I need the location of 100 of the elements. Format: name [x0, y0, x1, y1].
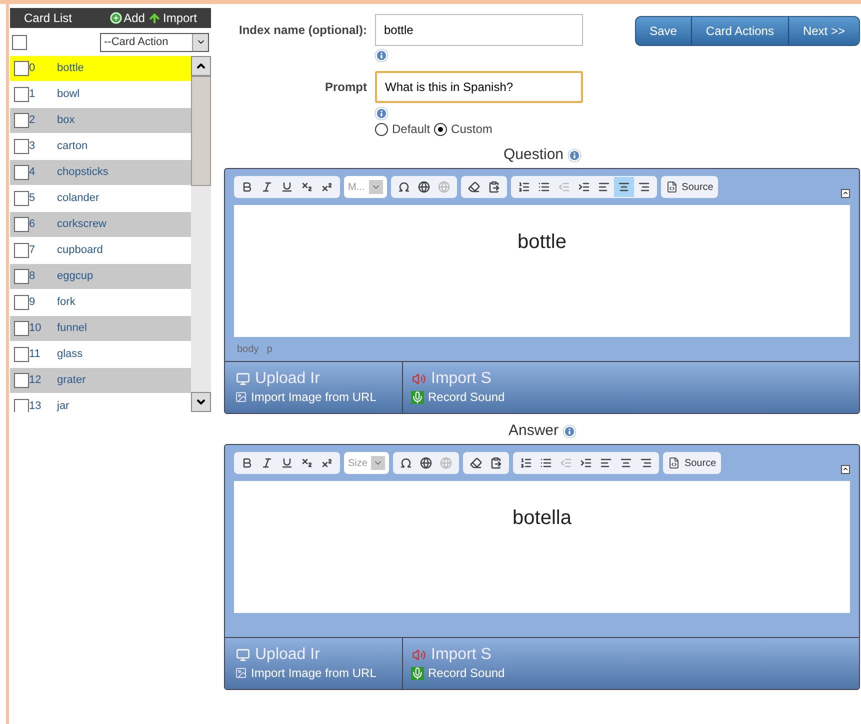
- card-row[interactable]: 8 eggcup: [10, 264, 191, 290]
- card-name: fork: [57, 295, 76, 310]
- checkbox[interactable]: [14, 243, 29, 258]
- toolbar-button[interactable]: Save: [636, 17, 691, 45]
- size-dropdown[interactable]: M...: [344, 176, 387, 198]
- card-name: chopsticks: [57, 165, 108, 180]
- speaker-icon: [411, 372, 427, 386]
- toolbar-icon: [438, 181, 450, 193]
- checkbox[interactable]: [14, 113, 29, 128]
- prompt-field[interactable]: What is this in Spanish?: [375, 71, 583, 103]
- toolbar-icon: [520, 457, 532, 469]
- checkbox[interactable]: [14, 399, 29, 412]
- editor-area[interactable]: bottle: [234, 205, 850, 337]
- toolbar-icon: [600, 457, 612, 469]
- checkbox[interactable]: [14, 165, 29, 180]
- field-label: Prompt: [324, 79, 367, 96]
- card-name: eggcup: [57, 269, 94, 284]
- radio-option[interactable]: Default: [375, 120, 430, 138]
- import-sound-link[interactable]: Import S: [431, 371, 492, 387]
- card-name: corkscrew: [57, 217, 107, 232]
- monitor-icon: [235, 648, 251, 662]
- toolbar-icon: [470, 457, 482, 469]
- toolbar-icon: [281, 181, 293, 193]
- size-dropdown[interactable]: Size: [344, 452, 390, 474]
- card-index: 5: [29, 191, 36, 206]
- card-index: 7: [29, 243, 36, 258]
- toolbar-icon: [490, 457, 502, 469]
- toolbar-icon: [578, 181, 590, 193]
- card-index: 4: [29, 165, 36, 180]
- checkbox[interactable]: [14, 139, 29, 154]
- toolbar-icon: [618, 181, 630, 193]
- toolbar-button[interactable]: Next >>: [788, 17, 859, 45]
- checkbox[interactable]: [14, 87, 29, 102]
- toolbar-icon: [261, 457, 273, 469]
- card-index: 10: [29, 321, 42, 336]
- toolbar-icon: [241, 457, 253, 469]
- element-path[interactable]: p: [266, 342, 272, 356]
- collapse-icon[interactable]: [841, 464, 850, 474]
- checkbox[interactable]: [14, 347, 29, 362]
- index-name-field[interactable]: bottle: [375, 14, 583, 46]
- scrollbar[interactable]: [191, 56, 211, 412]
- toolbar-icon: [420, 457, 432, 469]
- section-title: Answer: [508, 420, 559, 441]
- add-link[interactable]: Add: [124, 9, 145, 27]
- toolbar-icon: [418, 181, 430, 193]
- import-sound-link[interactable]: Import S: [431, 647, 492, 663]
- record-sound-link[interactable]: Record Sound: [428, 388, 505, 406]
- source-button[interactable]: Source: [663, 452, 722, 474]
- toolbar-icon: [580, 457, 592, 469]
- image-icon: [235, 391, 247, 403]
- card-row[interactable]: 0 bottle: [10, 56, 191, 82]
- card-index: 12: [29, 373, 42, 388]
- card-row[interactable]: 6 corkscrew: [10, 212, 191, 238]
- card-actions-dropdown[interactable]: --Card Action: [100, 32, 209, 52]
- panel-title: Card List: [24, 10, 72, 27]
- source-button[interactable]: Source: [660, 176, 718, 198]
- toolbar-icon: [560, 457, 572, 469]
- toolbar-icon: [398, 181, 410, 193]
- upload-image-link[interactable]: Upload Ir: [255, 647, 320, 663]
- card-row[interactable]: 4 chopsticks: [10, 160, 191, 186]
- checkbox[interactable]: [14, 191, 29, 206]
- card-row[interactable]: 12 grater: [10, 368, 191, 394]
- section-title: Question: [503, 144, 564, 165]
- toolbar-icon: [261, 181, 273, 193]
- toolbar-button[interactable]: [614, 177, 634, 197]
- upload-image-link[interactable]: Upload Ir: [255, 371, 320, 387]
- card-index: 13: [29, 399, 42, 412]
- card-name: bottle: [57, 61, 84, 76]
- image-icon: [235, 667, 247, 679]
- checkbox[interactable]: [14, 373, 29, 388]
- card-name: cupboard: [57, 243, 103, 258]
- collapse-icon[interactable]: [841, 188, 850, 198]
- card-index: 2: [29, 113, 36, 128]
- toolbar-icon: [321, 457, 333, 469]
- toolbar-icon: [281, 457, 293, 469]
- checkbox[interactable]: [14, 217, 29, 232]
- toolbar-button[interactable]: Card Actions: [690, 17, 788, 45]
- radio-button[interactable]: [375, 122, 388, 136]
- radio-option[interactable]: Custom: [434, 120, 492, 138]
- checkbox[interactable]: [14, 269, 29, 284]
- toolbar-icon: [638, 181, 650, 193]
- element-path[interactable]: body: [237, 342, 259, 356]
- card-row[interactable]: 2 box: [10, 108, 191, 134]
- toolbar-icon: [400, 457, 412, 469]
- import-url-link[interactable]: Import Image from URL: [251, 388, 376, 406]
- import-url-link[interactable]: Import Image from URL: [251, 664, 376, 682]
- card-row[interactable]: 10 funnel: [10, 316, 191, 342]
- radio-button[interactable]: [434, 122, 448, 136]
- editor-text: bottle: [518, 230, 566, 255]
- toolbar-icon: [488, 181, 500, 193]
- card-index: 1: [29, 87, 36, 102]
- checkbox[interactable]: [12, 34, 27, 50]
- checkbox[interactable]: [14, 61, 29, 76]
- record-sound-link[interactable]: Record Sound: [428, 664, 505, 682]
- checkbox[interactable]: [14, 321, 29, 336]
- info-icon: [562, 424, 576, 438]
- speaker-icon: [411, 648, 427, 662]
- editor-area[interactable]: botella: [234, 481, 850, 613]
- import-link[interactable]: Import: [162, 9, 197, 27]
- checkbox[interactable]: [14, 295, 29, 310]
